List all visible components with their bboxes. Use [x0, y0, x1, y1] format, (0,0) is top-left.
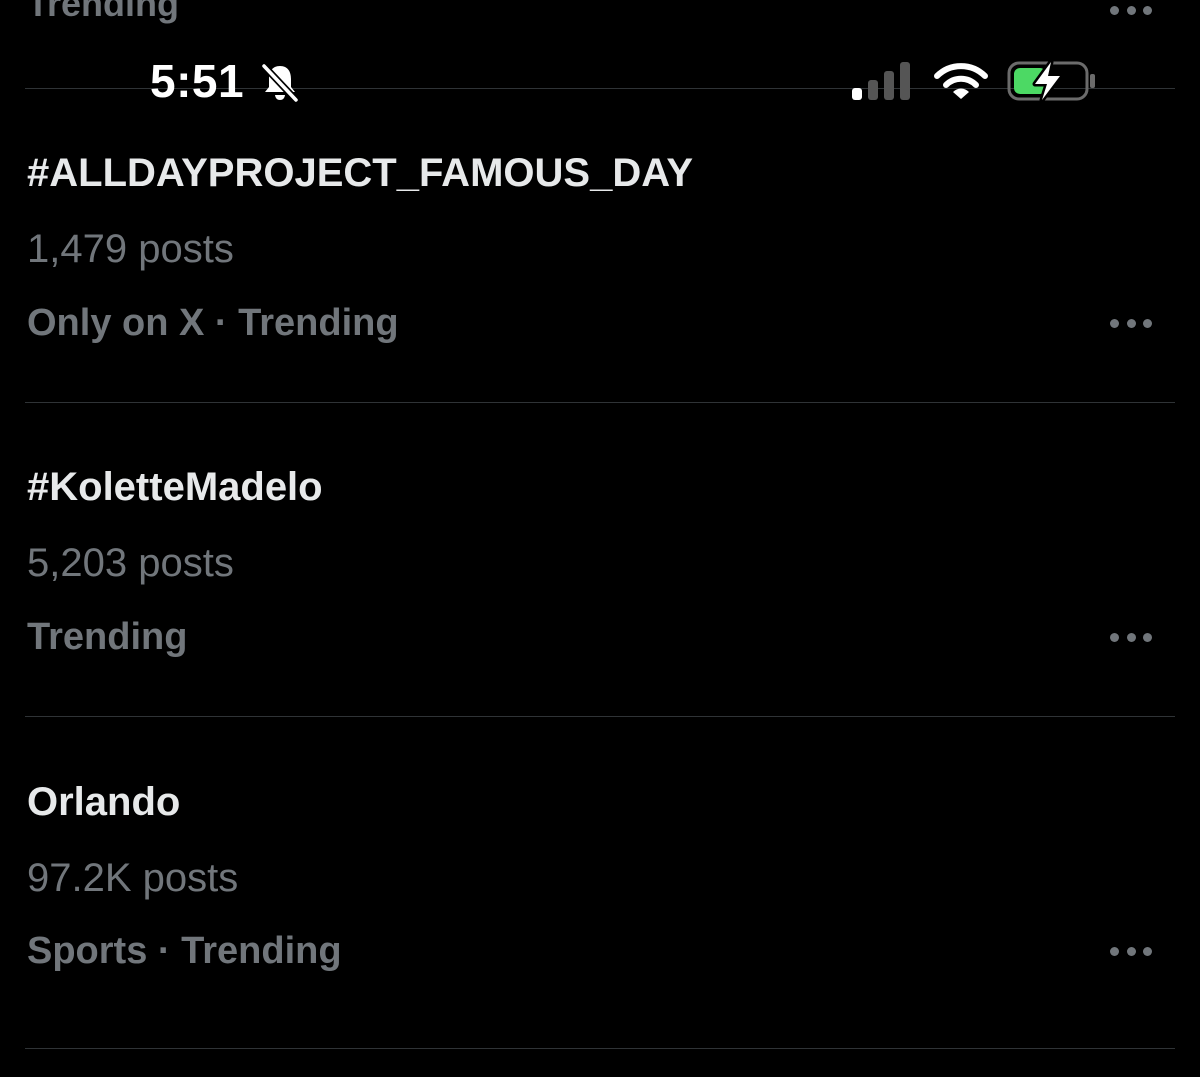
status-time: 5:51 [150, 55, 245, 107]
trend-name[interactable]: #ALLDAYPROJECT_FAMOUS_DAY [27, 153, 693, 193]
trend-category: Trending [27, 616, 188, 658]
trend-category: Sports · Trending [27, 930, 342, 972]
divider [25, 716, 1175, 717]
trend-name[interactable]: Orlando [27, 782, 180, 822]
trend-post-count: 97.2K posts [27, 856, 239, 900]
battery-charging-icon [1007, 60, 1095, 102]
more-options-icon[interactable] [1110, 945, 1152, 957]
trend-name[interactable]: #KoletteMadelo [27, 467, 323, 507]
more-options-icon[interactable] [1110, 4, 1152, 16]
trend-category: Only on X · Trending [27, 302, 399, 344]
more-options-icon[interactable] [1110, 631, 1152, 643]
trend-category-previous: Trending [27, 0, 179, 24]
divider [25, 1048, 1175, 1049]
cellular-signal-icon [852, 62, 910, 100]
trend-post-count: 5,203 posts [27, 541, 234, 585]
bell-slash-icon [260, 62, 300, 104]
more-options-icon[interactable] [1110, 317, 1152, 329]
divider [25, 402, 1175, 403]
trend-post-count: 1,479 posts [27, 227, 234, 271]
wifi-icon [934, 63, 988, 99]
